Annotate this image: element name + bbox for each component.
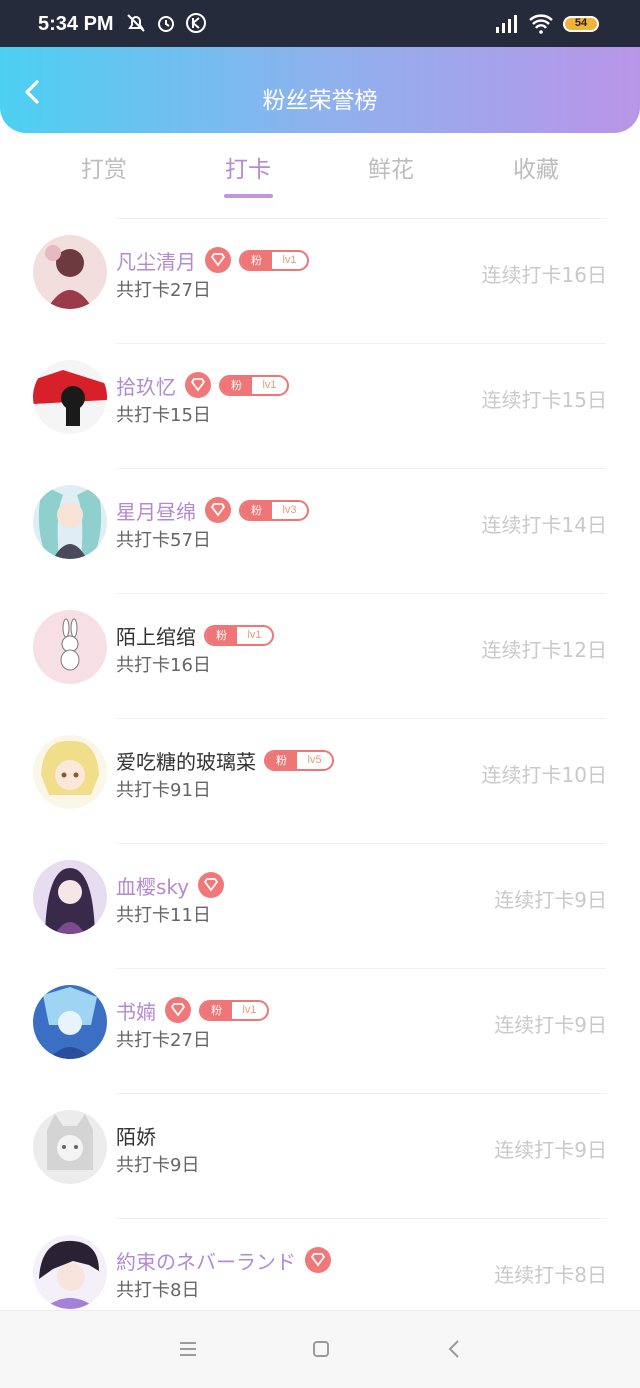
total-checkins: 共打卡9日 bbox=[116, 1155, 200, 1176]
diamond-icon bbox=[185, 372, 211, 398]
streak-days: 连续打卡9日 bbox=[494, 1013, 607, 1037]
fan-level: lv1 bbox=[282, 253, 297, 266]
streak-days: 连续打卡9日 bbox=[494, 888, 607, 912]
divider bbox=[116, 968, 606, 969]
active-tab-indicator bbox=[224, 194, 273, 198]
list-item[interactable]: 爱吃糖的玻璃菜 粉 lv5 共打卡91日 连续打卡10日 bbox=[0, 718, 640, 843]
divider bbox=[116, 468, 606, 469]
user-name[interactable]: 拾玖忆 bbox=[116, 371, 176, 400]
user-name[interactable]: 书婻 bbox=[116, 996, 156, 1025]
fan-level-badge: 粉 lv1 bbox=[239, 249, 309, 271]
fan-badge-label: 粉 bbox=[221, 376, 252, 394]
avatar[interactable] bbox=[33, 985, 107, 1059]
divider bbox=[116, 343, 606, 344]
status-time: 5:34 PM bbox=[38, 13, 114, 35]
streak-days: 连续打卡15日 bbox=[481, 388, 607, 412]
list-item[interactable]: 陌上绾绾 粉 lv1 共打卡16日 连续打卡12日 bbox=[0, 593, 640, 718]
tab-flowers[interactable]: 鲜花 bbox=[331, 150, 451, 184]
list-item[interactable]: 书婻 粉 lv1 共打卡27日 连续打卡9日 bbox=[0, 968, 640, 1093]
divider bbox=[116, 843, 606, 844]
list-item[interactable]: 星月昼绵 粉 lv3 共打卡57日 连续打卡14日 bbox=[0, 468, 640, 593]
user-name[interactable]: 陌娇 bbox=[116, 1121, 156, 1150]
header-bar: 粉丝荣誉榜 bbox=[0, 47, 640, 133]
list-item[interactable]: 拾玖忆 粉 lv1 共打卡15日 连续打卡15日 bbox=[0, 343, 640, 468]
fan-level: lv5 bbox=[307, 753, 322, 766]
fan-level: lv3 bbox=[282, 503, 297, 516]
total-checkins: 共打卡8日 bbox=[116, 1280, 200, 1301]
k-badge-icon bbox=[186, 13, 206, 33]
fan-level: lv1 bbox=[262, 378, 277, 391]
system-nav-bar bbox=[0, 1310, 640, 1388]
avatar[interactable] bbox=[33, 485, 107, 559]
home-icon[interactable] bbox=[310, 1338, 332, 1360]
divider bbox=[116, 1093, 606, 1094]
list-item[interactable]: 血樱sky 共打卡11日 连续打卡9日 bbox=[0, 843, 640, 968]
total-checkins: 共打卡27日 bbox=[116, 280, 211, 301]
total-checkins: 共打卡15日 bbox=[116, 405, 211, 426]
avatar[interactable] bbox=[33, 1235, 107, 1309]
user-name[interactable]: 星月昼绵 bbox=[116, 496, 196, 525]
user-name[interactable]: 爱吃糖的玻璃菜 bbox=[116, 746, 256, 775]
alarm-icon bbox=[158, 16, 174, 32]
avatar[interactable] bbox=[33, 1110, 107, 1184]
battery-icon: 54 bbox=[563, 16, 599, 32]
total-checkins: 共打卡11日 bbox=[116, 905, 211, 926]
mute-icon bbox=[127, 14, 145, 32]
tab-checkin[interactable]: 打卡 bbox=[188, 150, 308, 184]
streak-days: 连续打卡12日 bbox=[481, 638, 607, 662]
fan-level-badge: 粉 lv1 bbox=[199, 999, 269, 1021]
avatar[interactable] bbox=[33, 360, 107, 434]
tab-reward[interactable]: 打赏 bbox=[44, 150, 164, 184]
user-name[interactable]: 陌上绾绾 bbox=[116, 621, 196, 650]
list-item[interactable]: 陌娇 共打卡9日 连续打卡9日 bbox=[0, 1093, 640, 1218]
diamond-icon bbox=[305, 1247, 331, 1273]
fan-level-badge: 粉 lv1 bbox=[219, 374, 289, 396]
list-item[interactable]: 凡尘清月 粉 lv1 共打卡27日 连续打卡16日 bbox=[0, 218, 640, 343]
wifi-icon bbox=[529, 14, 553, 34]
fan-level-badge: 粉 lv3 bbox=[239, 499, 309, 521]
streak-days: 连续打卡14日 bbox=[481, 513, 607, 537]
ranking-list: 凡尘清月 粉 lv1 共打卡27日 连续打卡16日 拾玖忆 粉 lv1 共打卡1… bbox=[0, 218, 640, 1343]
fan-level-badge: 粉 lv5 bbox=[264, 749, 334, 771]
fan-badge-label: 粉 bbox=[201, 1001, 232, 1019]
fan-badge-label: 粉 bbox=[206, 626, 237, 644]
menu-icon[interactable] bbox=[177, 1338, 199, 1360]
diamond-icon bbox=[165, 997, 191, 1023]
fan-badge-label: 粉 bbox=[241, 251, 272, 269]
status-bar: 5:34 PM 54 bbox=[0, 0, 640, 48]
fan-level: lv1 bbox=[242, 1003, 257, 1016]
signal-icon bbox=[496, 15, 517, 33]
user-name[interactable]: 凡尘清月 bbox=[116, 246, 196, 275]
avatar[interactable] bbox=[33, 235, 107, 309]
streak-days: 连续打卡8日 bbox=[494, 1263, 607, 1287]
divider bbox=[116, 718, 606, 719]
fan-level-badge: 粉 lv1 bbox=[204, 624, 274, 646]
diamond-icon bbox=[205, 497, 231, 523]
total-checkins: 共打卡91日 bbox=[116, 780, 211, 801]
diamond-icon bbox=[198, 872, 225, 898]
streak-days: 连续打卡16日 bbox=[481, 263, 607, 287]
total-checkins: 共打卡27日 bbox=[116, 1030, 211, 1051]
streak-days: 连续打卡9日 bbox=[494, 1138, 607, 1162]
user-name[interactable]: 血樱sky bbox=[116, 871, 189, 900]
fan-badge-label: 粉 bbox=[241, 501, 272, 519]
avatar[interactable] bbox=[33, 860, 107, 934]
battery-level: 54 bbox=[574, 17, 588, 29]
tab-favorites[interactable]: 收藏 bbox=[476, 150, 596, 184]
total-checkins: 共打卡57日 bbox=[116, 530, 211, 551]
avatar[interactable] bbox=[33, 610, 107, 684]
divider bbox=[116, 593, 606, 594]
divider bbox=[116, 218, 606, 219]
tab-bar: 打赏 打卡 鲜花 收藏 bbox=[0, 150, 640, 206]
total-checkins: 共打卡16日 bbox=[116, 655, 211, 676]
back-icon[interactable] bbox=[444, 1338, 466, 1360]
page-title: 粉丝荣誉榜 bbox=[262, 88, 378, 114]
divider bbox=[116, 1218, 606, 1219]
streak-days: 连续打卡10日 bbox=[481, 763, 607, 787]
avatar[interactable] bbox=[33, 735, 107, 809]
fan-level: lv1 bbox=[247, 628, 262, 641]
diamond-icon bbox=[205, 247, 231, 273]
user-name[interactable]: 約束のネバーランド bbox=[116, 1246, 296, 1275]
fan-badge-label: 粉 bbox=[266, 751, 297, 769]
